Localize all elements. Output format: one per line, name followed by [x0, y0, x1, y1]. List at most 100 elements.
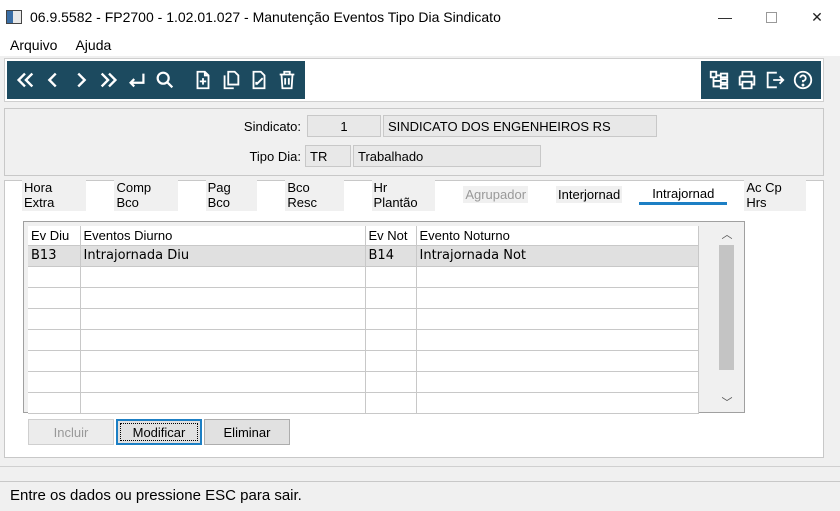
separator [0, 466, 840, 467]
tab-label: Hr Plantão [371, 178, 436, 211]
table-row[interactable] [28, 371, 699, 393]
table-cell[interactable] [416, 308, 699, 330]
tab-interjornad[interactable]: Interjornad [545, 185, 634, 205]
table-cell[interactable] [416, 266, 699, 288]
tab-hora-extra[interactable]: Hora Extra [11, 178, 98, 211]
table-cell[interactable] [28, 266, 81, 288]
grid-scrollbar[interactable]: ︿ ﹀ [717, 225, 737, 411]
table-cell[interactable] [80, 308, 366, 330]
maximize-icon [765, 11, 777, 23]
print-icon[interactable] [733, 65, 761, 95]
table-cell[interactable] [80, 371, 366, 393]
table-row[interactable] [28, 392, 699, 414]
col-ev-not[interactable]: Ev Not [365, 226, 417, 246]
tipo-dia-code-field[interactable]: TR [305, 145, 351, 167]
close-button[interactable]: ✕ [794, 0, 840, 34]
tab-bar: Hora Extra Comp Bco Pag Bco Bco Resc Hr Plan… [11, 178, 823, 211]
minimize-button[interactable]: — [702, 0, 748, 34]
maximize-button[interactable] [748, 0, 794, 34]
table-cell[interactable] [365, 392, 417, 414]
tab-pag-bco[interactable]: Pag Bco [194, 178, 269, 211]
scroll-thumb[interactable] [719, 245, 734, 370]
tab-comp-bco[interactable]: Comp Bco [103, 178, 189, 211]
tipo-dia-label: Tipo Dia: [249, 149, 301, 164]
table-cell[interactable] [416, 350, 699, 372]
table-cell[interactable] [28, 329, 81, 351]
table-cell[interactable] [365, 287, 417, 309]
table-cell[interactable] [28, 308, 81, 330]
previous-icon[interactable] [39, 65, 67, 95]
sindicato-label: Sindicato: [243, 119, 301, 134]
col-eventos-diurno[interactable]: Eventos Diurno [80, 226, 366, 246]
table-cell[interactable]: B14 [365, 245, 417, 267]
table-cell[interactable] [28, 350, 81, 372]
copy-icon[interactable] [217, 65, 245, 95]
table-row[interactable] [28, 329, 699, 351]
first-icon[interactable] [11, 65, 39, 95]
table-cell[interactable]: Intrajornada Diu [80, 245, 366, 267]
new-icon[interactable] [189, 65, 217, 95]
table-cell[interactable] [80, 287, 366, 309]
enter-icon[interactable] [123, 65, 151, 95]
table-cell[interactable] [365, 371, 417, 393]
structure-icon[interactable] [705, 65, 733, 95]
scroll-down-icon[interactable]: ﹀ [717, 393, 737, 411]
modificar-button[interactable]: Modificar [116, 419, 202, 445]
table-row[interactable] [28, 308, 699, 330]
table-cell[interactable] [365, 266, 417, 288]
edit-icon[interactable] [245, 65, 273, 95]
table-cell[interactable] [416, 392, 699, 414]
app-icon [6, 10, 22, 24]
delete-icon[interactable] [273, 65, 301, 95]
table-cell[interactable] [28, 371, 81, 393]
table-cell[interactable] [80, 392, 366, 414]
table-cell[interactable] [416, 287, 699, 309]
tab-intrajornad[interactable]: Intrajornad [639, 185, 728, 205]
sindicato-code-field[interactable]: 1 [307, 115, 381, 137]
tab-label: Comp Bco [114, 178, 178, 211]
navigation-toolbar [7, 61, 305, 99]
tab-hr-plant-o[interactable]: Hr Plantão [360, 178, 447, 211]
search-icon[interactable] [151, 65, 179, 95]
table-row[interactable] [28, 287, 699, 309]
incluir-button[interactable]: Incluir [28, 419, 114, 445]
tab-agrupador: Agrupador [452, 185, 540, 205]
eliminar-button[interactable]: Eliminar [204, 419, 290, 445]
table-cell[interactable] [365, 308, 417, 330]
table-cell[interactable] [80, 329, 366, 351]
table-row[interactable] [28, 266, 699, 288]
utility-toolbar [701, 61, 821, 99]
tipo-dia-name-field: Trabalhado [353, 145, 541, 167]
tab-label: Intrajornad [650, 185, 717, 202]
table-cell[interactable] [28, 392, 81, 414]
menu-arquivo[interactable]: Arquivo [10, 37, 57, 53]
grid-header-row: Ev Diu Eventos Diurno Ev Not Evento Notu… [28, 226, 699, 246]
table-cell[interactable] [80, 266, 366, 288]
tab-ac-cp-hrs[interactable]: Ac Cp Hrs [733, 178, 817, 211]
table-cell[interactable] [416, 371, 699, 393]
table-row[interactable] [28, 350, 699, 372]
next-icon[interactable] [67, 65, 95, 95]
events-grid: Ev Diu Eventos Diurno Ev Not Evento Notu… [28, 226, 699, 414]
last-icon[interactable] [95, 65, 123, 95]
menu-ajuda[interactable]: Ajuda [75, 37, 111, 53]
tab-label: Bco Resc [285, 178, 344, 211]
table-cell[interactable] [28, 287, 81, 309]
table-cell[interactable]: Intrajornada Not [416, 245, 699, 267]
sindicato-name-field: SINDICATO DOS ENGENHEIROS RS [383, 115, 657, 137]
tab-label: Pag Bco [205, 178, 258, 211]
table-cell[interactable] [80, 350, 366, 372]
table-cell[interactable] [416, 329, 699, 351]
scroll-up-icon[interactable]: ︿ [717, 225, 737, 243]
tab-label: Agrupador [463, 186, 529, 203]
table-cell[interactable] [365, 329, 417, 351]
table-row[interactable]: B13 Intrajornada Diu B14 Intrajornada Not [28, 245, 699, 267]
toolbar [4, 58, 824, 102]
table-cell[interactable]: B13 [28, 245, 81, 267]
tab-bco-resc[interactable]: Bco Resc [274, 178, 355, 211]
col-evento-noturno[interactable]: Evento Noturno [416, 226, 699, 246]
col-ev-diu[interactable]: Ev Diu [28, 226, 81, 246]
help-icon[interactable] [789, 65, 817, 95]
table-cell[interactable] [365, 350, 417, 372]
exit-icon[interactable] [761, 65, 789, 95]
